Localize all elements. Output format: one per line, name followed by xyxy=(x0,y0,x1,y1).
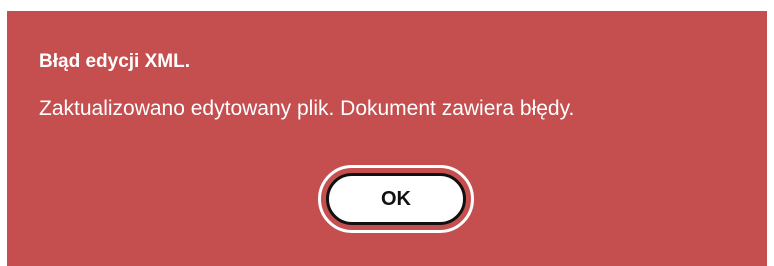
dialog-title: Błąd edycji XML. xyxy=(39,51,190,72)
dialog-message: Zaktualizowano edytowany plik. Dokument … xyxy=(39,97,575,120)
error-dialog: Błąd edycji XML. Zaktualizowano edytowan… xyxy=(7,11,767,266)
ok-button-focus-ring: OK xyxy=(318,165,474,233)
ok-button[interactable]: OK xyxy=(326,173,466,225)
